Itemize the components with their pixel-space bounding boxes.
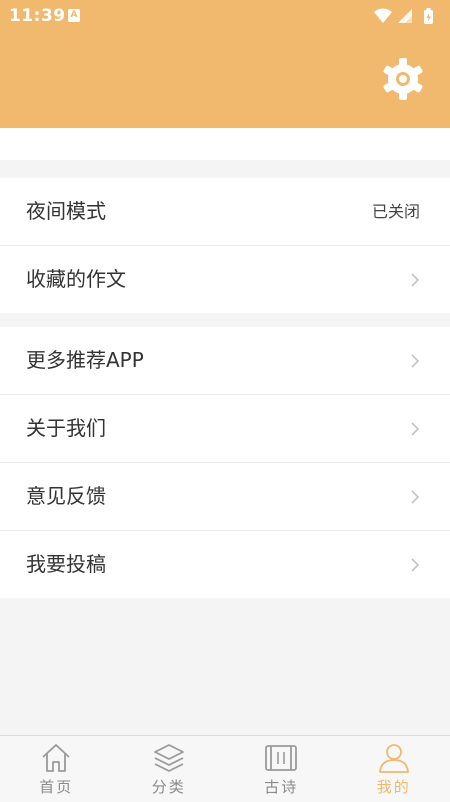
feedback-row[interactable]: 意见反馈 [0, 463, 450, 531]
night-mode-label: 夜间模式 [26, 178, 106, 245]
settings-group-1: 夜间模式 已关闭 收藏的作文 [0, 178, 450, 313]
night-mode-row[interactable]: 夜间模式 已关闭 [0, 178, 450, 246]
user-icon [377, 742, 411, 774]
wifi-icon [374, 9, 392, 24]
notification-badge: A [68, 9, 80, 22]
tab-poetry-label: 古诗 [225, 776, 338, 797]
chevron-right-icon [410, 272, 420, 288]
tab-home[interactable]: 首页 [0, 736, 113, 802]
tab-category[interactable]: 分类 [113, 736, 226, 802]
home-icon [39, 742, 73, 774]
gear-icon[interactable] [380, 56, 426, 102]
layers-icon [152, 742, 186, 774]
about-us-row[interactable]: 关于我们 [0, 395, 450, 463]
status-bar: 11:39 A [0, 0, 450, 32]
about-us-label: 关于我们 [26, 395, 106, 462]
tab-home-label: 首页 [0, 776, 113, 797]
chevron-right-icon [410, 353, 420, 369]
chevron-right-icon [410, 557, 420, 573]
submit-label: 我要投稿 [26, 531, 106, 598]
chevron-right-icon [410, 421, 420, 437]
favorites-row[interactable]: 收藏的作文 [0, 246, 450, 313]
more-apps-label: 更多推荐APP [26, 327, 144, 394]
scroll-icon [264, 742, 298, 774]
submit-row[interactable]: 我要投稿 [0, 531, 450, 598]
tab-category-label: 分类 [113, 776, 226, 797]
status-time: 11:39 [9, 6, 66, 26]
tab-mine[interactable]: 我的 [338, 736, 450, 802]
tab-poetry[interactable]: 古诗 [225, 736, 338, 802]
feedback-label: 意见反馈 [26, 463, 106, 530]
bottom-tab-bar: 首页 分类 古诗 我的 [0, 735, 450, 802]
tab-mine-label: 我的 [338, 776, 450, 797]
battery-icon [424, 8, 433, 24]
settings-group-2: 更多推荐APP 关于我们 意见反馈 我要投稿 [0, 327, 450, 598]
profile-header: 11:39 A [0, 0, 450, 128]
more-apps-row[interactable]: 更多推荐APP [0, 327, 450, 395]
status-icons [372, 7, 442, 25]
header-bottom-strip [0, 128, 450, 160]
chevron-right-icon [410, 489, 420, 505]
night-mode-status: 已关闭 [372, 178, 420, 245]
favorites-label: 收藏的作文 [26, 246, 126, 313]
